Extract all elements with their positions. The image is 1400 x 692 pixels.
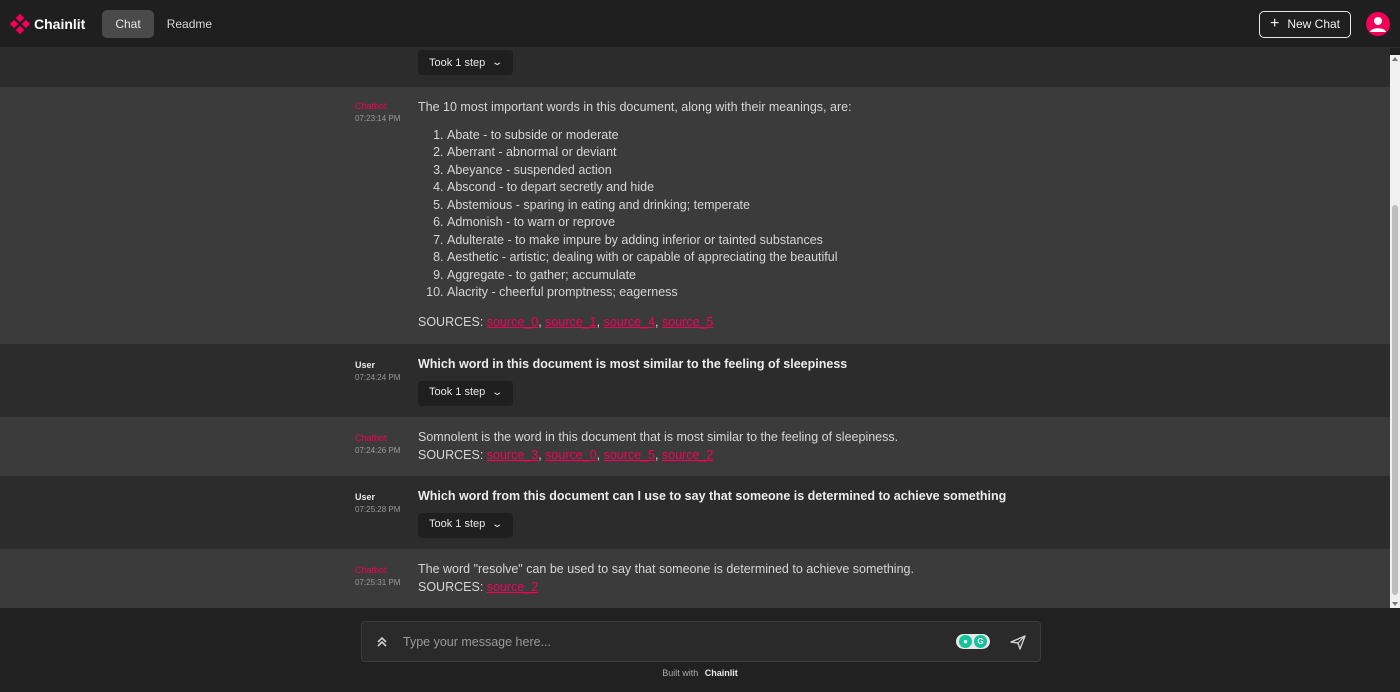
message-text: The 10 most important words in this docu… xyxy=(418,100,852,114)
message-author: Chatbot xyxy=(355,101,387,111)
message-list: Took 1 step ⌄ Chatbot 07:23:14 PM The 10… xyxy=(0,48,1390,608)
source-link[interactable]: source_5 xyxy=(604,448,655,462)
message-author: Chatbot xyxy=(355,433,387,443)
source-link[interactable]: source_4 xyxy=(604,315,655,329)
sources-label: SOURCES: xyxy=(418,314,484,329)
source-link[interactable]: source_5 xyxy=(662,315,713,329)
person-icon xyxy=(1370,17,1386,32)
list-item: Abstemious - sparing in eating and drink… xyxy=(447,197,1318,215)
sources-line: SOURCES: source_2 xyxy=(418,579,914,597)
scrollbar[interactable] xyxy=(1390,55,1400,608)
chainlit-logo-icon xyxy=(10,13,30,34)
step-label: Took 1 step xyxy=(429,518,486,531)
message-author: User xyxy=(355,360,376,370)
message-composer: ● G xyxy=(361,621,1041,662)
brand-name: Chainlit xyxy=(34,15,86,32)
step-label: Took 1 step xyxy=(429,56,486,69)
grammarly-icon[interactable]: G xyxy=(974,635,987,648)
scroll-up-arrow-icon[interactable] xyxy=(1392,57,1398,61)
list-item: Aberrant - abnormal or deviant xyxy=(447,144,1318,162)
list-item: Aesthetic - artistic; dealing with or ca… xyxy=(447,249,1318,267)
source-link[interactable]: source_0 xyxy=(545,448,596,462)
sources-label: SOURCES: xyxy=(418,447,484,462)
message-text: Which word from this document can I use … xyxy=(418,489,1007,503)
footer-text: Built with xyxy=(662,668,699,678)
footer-brand-link[interactable]: Chainlit xyxy=(705,668,738,678)
message-bot: Chatbot 07:23:14 PM The 10 most importan… xyxy=(0,87,1390,344)
message-author: Chatbot xyxy=(355,565,387,575)
list-item: Admonish - to warn or reprove xyxy=(447,214,1318,232)
send-icon[interactable] xyxy=(1010,634,1026,650)
chevrons-up-icon[interactable] xyxy=(376,636,388,648)
sources-line: SOURCES: source_0, source_1, source_4, s… xyxy=(418,314,714,329)
word-list: Abate - to subside or moderate Aberrant … xyxy=(447,127,1318,302)
message-bot: Chatbot 07:24:26 PM Somnolent is the wor… xyxy=(0,417,1390,476)
new-chat-button[interactable]: + New Chat xyxy=(1258,10,1351,38)
message-text: Somnolent is the word in this document t… xyxy=(418,430,899,444)
footer: Built with Chainlit xyxy=(0,668,1400,678)
message-partial: Took 1 step ⌄ xyxy=(0,48,1390,87)
brand[interactable]: Chainlit xyxy=(10,13,86,34)
sources-label: SOURCES: xyxy=(418,579,484,594)
message-time: 07:23:14 PM xyxy=(355,114,401,123)
source-link[interactable]: source_0 xyxy=(487,315,538,329)
step-toggle-button[interactable]: Took 1 step ⌄ xyxy=(418,512,513,538)
message-time: 07:25:28 PM xyxy=(355,505,401,514)
message-text: Which word in this document is most simi… xyxy=(418,357,848,371)
user-avatar[interactable] xyxy=(1366,12,1390,36)
list-item: Alacrity - cheerful promptness; eagernes… xyxy=(447,284,1318,302)
source-link[interactable]: source_3 xyxy=(487,448,538,462)
tab-chat[interactable]: Chat xyxy=(102,9,154,38)
extension-badges[interactable]: ● G xyxy=(956,634,990,649)
plus-icon: + xyxy=(1269,15,1280,32)
source-link[interactable]: source_2 xyxy=(487,580,538,594)
extension-icon[interactable]: ● xyxy=(959,635,972,648)
list-item: Abscond - to depart secretly and hide xyxy=(447,179,1318,197)
message-time: 07:24:24 PM xyxy=(355,373,401,382)
step-label: Took 1 step xyxy=(429,386,486,399)
list-item: Adulterate - to make impure by adding in… xyxy=(447,232,1318,250)
message-input[interactable] xyxy=(403,634,956,649)
message-time: 07:24:26 PM xyxy=(355,446,401,455)
message-time: 07:25:31 PM xyxy=(355,578,401,587)
source-link[interactable]: source_1 xyxy=(545,315,596,329)
tab-readme[interactable]: Readme xyxy=(154,10,225,38)
message-user: User 07:24:24 PM Which word in this docu… xyxy=(0,344,1390,417)
scroll-down-arrow-icon[interactable] xyxy=(1392,602,1398,606)
message-user: User 07:25:28 PM Which word from this do… xyxy=(0,476,1390,549)
sources-line: SOURCES: source_3, source_0, source_5, s… xyxy=(418,447,714,462)
step-toggle-button[interactable]: Took 1 step ⌄ xyxy=(418,50,513,75)
message-text: The word "resolve" can be used to say th… xyxy=(418,562,914,576)
new-chat-label: New Chat xyxy=(1287,17,1340,31)
message-author: User xyxy=(355,492,376,502)
chevron-down-icon: ⌄ xyxy=(491,519,504,531)
message-bot: Chatbot 07:25:31 PM The word "resolve" c… xyxy=(0,549,1390,608)
list-item: Abate - to subside or moderate xyxy=(447,127,1318,145)
chevron-down-icon: ⌄ xyxy=(491,57,504,68)
list-item: Aggregate - to gather; accumulate xyxy=(447,267,1318,285)
list-item: Abeyance - suspended action xyxy=(447,162,1318,180)
top-bar: Chainlit Chat Readme + New Chat xyxy=(0,0,1400,48)
step-toggle-button[interactable]: Took 1 step ⌄ xyxy=(418,380,513,406)
source-link[interactable]: source_2 xyxy=(662,448,713,462)
chevron-down-icon: ⌄ xyxy=(491,387,504,399)
scroll-thumb[interactable] xyxy=(1392,205,1398,595)
